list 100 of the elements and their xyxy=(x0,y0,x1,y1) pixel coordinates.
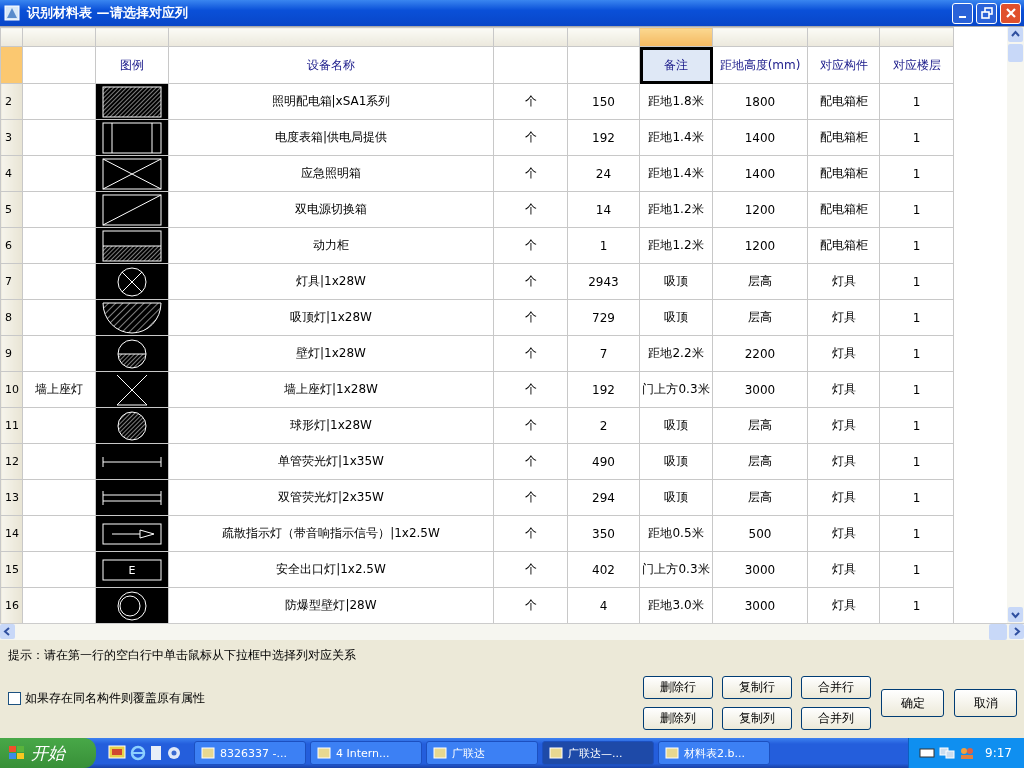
table-cell: 个 xyxy=(524,418,537,432)
column-selector[interactable] xyxy=(95,27,169,47)
row-number: 10 xyxy=(5,383,19,396)
column-selector[interactable] xyxy=(22,27,96,47)
row-action-button[interactable]: 复制行 xyxy=(722,676,792,699)
table-cell: 2200 xyxy=(744,346,776,361)
table-cell: 层高 xyxy=(748,418,772,432)
crossed-rectangle-icon xyxy=(102,157,162,190)
table-cell: 双管荧光灯|2x35W xyxy=(278,490,384,504)
table-cell: 个 xyxy=(524,562,537,576)
window-icon xyxy=(317,746,331,760)
row-action-button[interactable]: 删除行 xyxy=(643,676,713,699)
table-cell: 层高 xyxy=(748,310,772,324)
taskbar-item[interactable]: 8326337 -... xyxy=(194,741,306,765)
table-cell: 灯具 xyxy=(831,382,856,396)
browser-icon[interactable] xyxy=(130,745,146,761)
table-cell: 1 xyxy=(912,238,921,253)
scroll-down-icon[interactable] xyxy=(1008,607,1023,622)
table-cell: 1 xyxy=(912,490,921,505)
column-heading: 图例 xyxy=(120,57,144,72)
table-cell: 距地2.2米 xyxy=(648,346,704,360)
dialog-button[interactable]: 确定 xyxy=(881,689,944,717)
restore-icon xyxy=(980,7,993,19)
scroll-up-icon[interactable] xyxy=(1008,27,1023,42)
hatched-circle-icon xyxy=(116,409,148,442)
table-cell: 192 xyxy=(592,130,615,145)
table-cell: 1 xyxy=(912,130,921,145)
network-icon[interactable] xyxy=(939,746,956,760)
table-cell: 个 xyxy=(524,526,537,540)
table-cell: 防爆型壁灯|28W xyxy=(285,598,377,612)
hatched-rectangle-icon xyxy=(102,85,162,118)
windows-logo-icon xyxy=(8,745,26,761)
table-cell: 294 xyxy=(592,490,615,505)
column-selector[interactable] xyxy=(567,27,640,47)
checkbox[interactable] xyxy=(8,691,21,705)
column-action-button[interactable]: 合并列 xyxy=(801,707,871,730)
minimize-button[interactable] xyxy=(952,2,973,24)
table-cell: 双电源切换箱 xyxy=(295,202,367,216)
table-cell: 距地1.8米 xyxy=(648,94,704,108)
table-cell: 灯具 xyxy=(831,526,856,540)
scroll-left-icon[interactable] xyxy=(0,624,15,639)
restore-button[interactable] xyxy=(976,2,997,24)
table-cell: 个 xyxy=(524,94,537,108)
column-action-button[interactable]: 删除列 xyxy=(643,707,713,730)
table-cell: 球形灯|1x28W xyxy=(290,418,372,432)
vertical-scrollbar[interactable] xyxy=(1007,27,1024,623)
row-number: 12 xyxy=(5,455,19,468)
table-cell: 吸顶 xyxy=(664,418,688,432)
table-cell: 1400 xyxy=(744,130,776,145)
table-cell: 灯具|1x28W xyxy=(296,274,366,288)
row-number: 7 xyxy=(5,275,12,288)
table-cell: 14 xyxy=(595,202,612,217)
table-cell: 个 xyxy=(524,490,537,504)
start-button[interactable]: 开始 xyxy=(0,738,96,768)
table-cell: 距地3.0米 xyxy=(648,598,704,612)
table-cell: 电度表箱|供电局提供 xyxy=(274,130,387,144)
column-action-button[interactable]: 复制列 xyxy=(722,707,792,730)
row-number: 16 xyxy=(5,599,19,612)
table-cell: 2943 xyxy=(588,274,619,289)
table-cell: 24 xyxy=(595,166,612,181)
table-cell: 疏散指示灯（带音响指示信号）|1x2.5W xyxy=(222,526,440,540)
table-cell: 吸顶 xyxy=(664,454,688,468)
scroll-thumb[interactable] xyxy=(1008,44,1023,62)
window-icon xyxy=(549,746,563,760)
taskbar-item[interactable]: 广联达 xyxy=(426,741,538,765)
row-number: 8 xyxy=(5,311,12,324)
column-selector[interactable] xyxy=(807,27,880,47)
table-cell: 个 xyxy=(524,238,537,252)
taskbar-item[interactable]: 广联达—... xyxy=(542,741,654,765)
table-cell: 安全出口灯|1x2.5W xyxy=(276,562,386,576)
table-cell: 个 xyxy=(524,382,537,396)
row-number: 15 xyxy=(5,563,19,576)
scroll-thumb[interactable] xyxy=(989,624,1007,640)
taskbar-item[interactable]: 4 Intern... xyxy=(310,741,422,765)
row-number: 11 xyxy=(5,419,19,432)
dialog-button[interactable]: 取消 xyxy=(954,689,1017,717)
taskbar-item[interactable]: 材料表2.b... xyxy=(658,741,770,765)
close-button[interactable] xyxy=(1000,2,1021,24)
table-cell: 2 xyxy=(599,418,608,433)
clock: 9:17 xyxy=(985,746,1012,760)
column-selector[interactable] xyxy=(493,27,568,47)
row-action-button[interactable]: 合并行 xyxy=(801,676,871,699)
table-cell: 距地1.2米 xyxy=(648,238,704,252)
desktop-icon[interactable] xyxy=(108,744,126,762)
column-selector[interactable] xyxy=(168,27,494,47)
users-icon[interactable] xyxy=(959,746,976,760)
row-number: 9 xyxy=(5,347,12,360)
row-number: 5 xyxy=(5,203,12,216)
double-line-icon xyxy=(102,490,162,505)
table-cell: 个 xyxy=(524,346,537,360)
table-cell: 距地1.2米 xyxy=(648,202,704,216)
document-icon[interactable] xyxy=(150,745,162,761)
table-cell: 灯具 xyxy=(831,562,856,576)
column-selector[interactable] xyxy=(712,27,808,47)
window-icon xyxy=(665,746,679,760)
scroll-right-icon[interactable] xyxy=(1009,624,1024,639)
row-number: 4 xyxy=(5,167,12,180)
keyboard-icon[interactable] xyxy=(919,748,936,758)
horizontal-scrollbar[interactable] xyxy=(0,623,1024,640)
table-cell: 350 xyxy=(592,526,615,541)
